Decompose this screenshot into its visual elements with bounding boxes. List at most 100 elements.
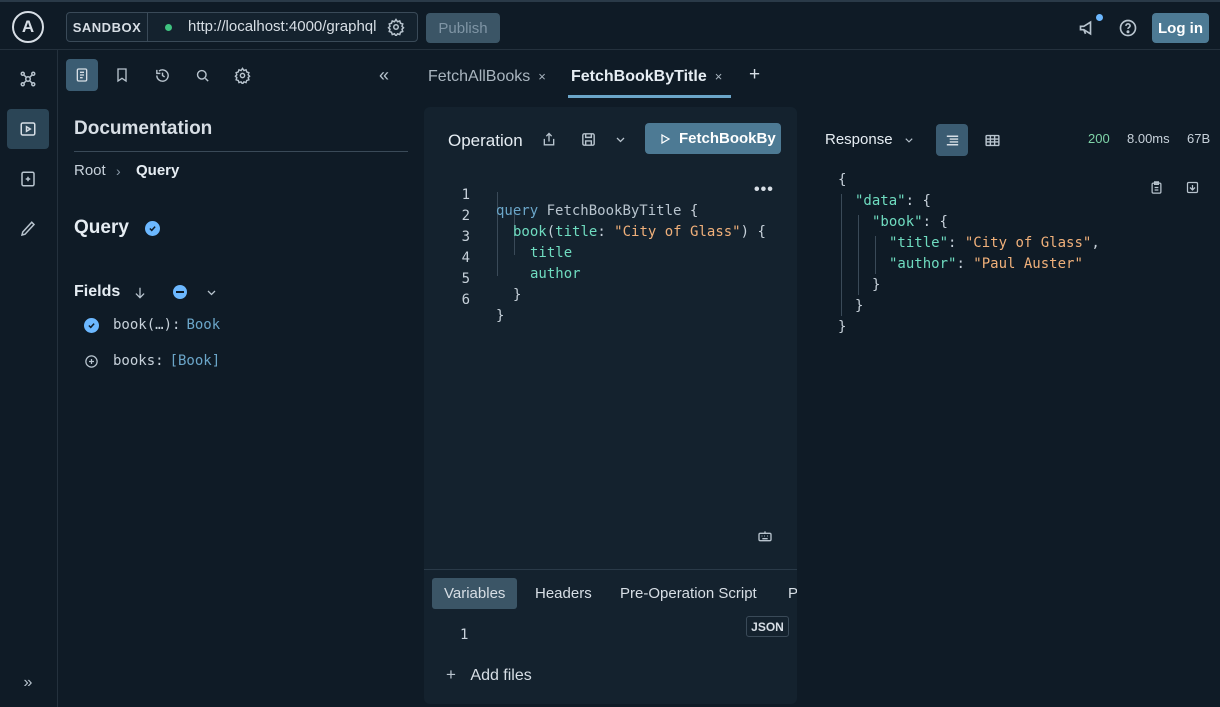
table-view-button[interactable] [976, 124, 1008, 156]
checks-icon [21, 171, 35, 187]
close-icon[interactable]: × [538, 69, 546, 84]
indent-guide [858, 215, 859, 295]
breadcrumb-current: Query [136, 162, 180, 179]
settings-icon[interactable] [387, 18, 405, 36]
json-view-icon [946, 135, 958, 145]
json-line: "data": { [855, 193, 931, 209]
add-files-button[interactable]: + Add files [446, 665, 532, 685]
field-row-books[interactable]: books: [Book] [84, 351, 220, 371]
field-name: books: [113, 353, 164, 369]
json-brace: } [872, 277, 881, 293]
endpoint-url[interactable]: http://localhost:4000/graphql [188, 18, 378, 35]
tab-fetchbookbytitle[interactable]: FetchBookByTitle × [571, 68, 722, 86]
download-icon[interactable] [1185, 179, 1200, 196]
expand-icon: » [23, 674, 33, 691]
json-brace: } [855, 298, 864, 314]
sort-down-icon[interactable] [133, 285, 147, 301]
check-circle-icon[interactable] [84, 317, 99, 333]
rail-checks[interactable] [7, 159, 49, 199]
json-brace: } [838, 319, 847, 335]
json-colon: : [905, 193, 923, 209]
code-line: 2 book(title: "City of Glass") { [424, 192, 766, 240]
documentation-tab-button[interactable] [66, 59, 98, 91]
help-icon[interactable] [1118, 18, 1138, 38]
table-view-icon [984, 134, 1000, 146]
divider [74, 151, 408, 152]
json-key: "data" [855, 193, 906, 209]
colon: : [597, 224, 615, 240]
publish-button[interactable]: Publish [426, 13, 500, 43]
field-type[interactable]: Book [186, 317, 220, 333]
chevron-down-icon[interactable] [614, 134, 627, 146]
settings-button[interactable] [226, 59, 258, 91]
add-tab-button[interactable]: + [749, 64, 760, 86]
close-icon[interactable]: × [715, 69, 723, 84]
tab-post-operation-script[interactable]: P [776, 578, 797, 609]
chevron-down-icon [905, 137, 913, 143]
add-circle-icon[interactable] [84, 354, 99, 369]
json-key: "author" [889, 256, 957, 272]
json-line: "title": "City of Glass", [889, 235, 1100, 251]
json-colon: : [922, 214, 940, 230]
field-name: book(…): [113, 317, 181, 333]
more-options-icon[interactable]: ••• [754, 181, 774, 199]
history-button[interactable] [146, 59, 178, 91]
copy-icon[interactable] [1149, 179, 1164, 196]
brace: } [513, 287, 522, 303]
request-tabs: Variables Headers Pre-Operation Script P [424, 569, 797, 609]
tab-fetchallbooks[interactable]: FetchAllBooks × [428, 68, 546, 86]
breadcrumb-root[interactable]: Root [74, 162, 106, 179]
operation-name: FetchBookByTitle [538, 203, 690, 219]
bookmark-button[interactable] [106, 59, 138, 91]
response-size: 67B [1187, 131, 1211, 146]
search-button[interactable] [186, 59, 218, 91]
login-button[interactable]: Log in [1152, 13, 1209, 43]
add-files-label: Add files [470, 667, 532, 684]
line-number: 1 [460, 627, 469, 643]
json-view-button[interactable] [936, 124, 968, 156]
field-type[interactable]: [Book] [170, 353, 221, 369]
json-value: "Paul Auster" [973, 256, 1083, 272]
json-key: "title" [889, 235, 949, 251]
indent-guide [875, 236, 876, 274]
json-brace: { [922, 193, 931, 209]
run-label: FetchBookBy [679, 130, 776, 147]
field-row-book[interactable]: book(…): Book [84, 315, 220, 335]
string-value: "City of Glass" [614, 224, 741, 240]
code-line: 4 author [424, 234, 581, 282]
endpoint-selector[interactable]: SANDBOX http://localhost:4000/graphql [66, 12, 418, 42]
code-line: 1 query FetchBookByTitle { [424, 171, 699, 219]
field: book [513, 224, 547, 240]
json-brace: { [838, 172, 847, 188]
code-line: 6 } [424, 276, 505, 324]
connection-status-dot [165, 24, 172, 31]
chevron-down-icon[interactable] [205, 287, 218, 299]
apollo-logo[interactable]: A [12, 11, 44, 43]
announcement-icon[interactable] [1078, 18, 1098, 38]
save-icon[interactable] [580, 131, 597, 148]
code-line: 5 } [424, 255, 522, 303]
share-icon[interactable] [541, 131, 557, 148]
launches-icon [20, 221, 36, 237]
collapse-panel-button[interactable]: « [368, 59, 400, 91]
response-selector[interactable]: Response [825, 131, 915, 148]
keyboard-shortcuts-icon[interactable] [756, 528, 774, 544]
plus-icon: + [446, 665, 456, 684]
rail-schema[interactable] [7, 59, 49, 99]
tab-variables[interactable]: Variables [432, 578, 518, 609]
keyword: query [496, 203, 539, 219]
deselect-all-icon[interactable] [173, 285, 187, 299]
tab-headers[interactable]: Headers [523, 578, 604, 609]
documentation-title: Documentation [74, 118, 213, 139]
rail-explorer[interactable] [7, 109, 49, 149]
tab-pre-operation-script[interactable]: Pre-Operation Script [608, 578, 769, 609]
run-operation-button[interactable]: FetchBookBy [645, 123, 781, 154]
response-label: Response [825, 131, 893, 148]
logo-letter: A [21, 17, 35, 36]
line-number: 6 [461, 292, 470, 308]
indent-guide [841, 194, 842, 316]
json-mode-button[interactable]: JSON [746, 616, 789, 637]
rail-launches[interactable] [7, 209, 49, 249]
explorer-icon [20, 122, 36, 136]
rail-expand[interactable]: » [7, 663, 49, 703]
